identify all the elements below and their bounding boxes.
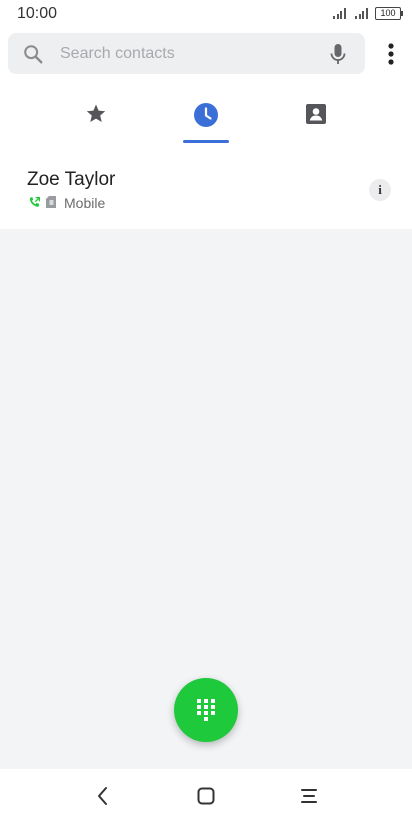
selected-tab-indicator — [183, 140, 229, 143]
call-label: Mobile — [64, 195, 106, 211]
home-icon[interactable] — [193, 783, 219, 809]
tab-contacts[interactable] — [270, 96, 362, 146]
outgoing-call-icon — [29, 196, 41, 207]
back-icon[interactable] — [90, 783, 116, 809]
sim-card-icon — [46, 196, 56, 208]
dialpad-button[interactable] — [174, 678, 238, 742]
dialpad-icon — [197, 699, 215, 721]
menu-icon[interactable] — [296, 783, 322, 809]
tab-favorites[interactable] — [50, 96, 142, 146]
navigation-bar — [0, 769, 412, 824]
clock-icon — [194, 103, 218, 127]
more-options-icon[interactable] — [380, 41, 402, 67]
signal-icon — [355, 8, 369, 19]
search-input[interactable] — [60, 33, 320, 74]
battery-icon: 100 — [375, 7, 403, 20]
header-area: 10:00 100 Search contacts Zoe Taylor Mob… — [0, 0, 412, 229]
status-time: 10:00 — [17, 5, 58, 22]
info-button[interactable]: i — [369, 179, 391, 201]
search-icon — [24, 45, 43, 64]
signal-icon — [333, 8, 347, 19]
status-bar: 10:00 100 — [0, 0, 412, 28]
star-icon — [86, 104, 106, 122]
contact-name: Zoe Taylor — [27, 169, 116, 190]
tab-recents[interactable] — [160, 96, 252, 146]
recent-call-item[interactable]: Zoe Taylor Mobile — [0, 158, 412, 222]
search-bar[interactable] — [8, 33, 365, 74]
contact-card-icon — [306, 104, 326, 124]
mic-icon[interactable] — [326, 42, 350, 66]
